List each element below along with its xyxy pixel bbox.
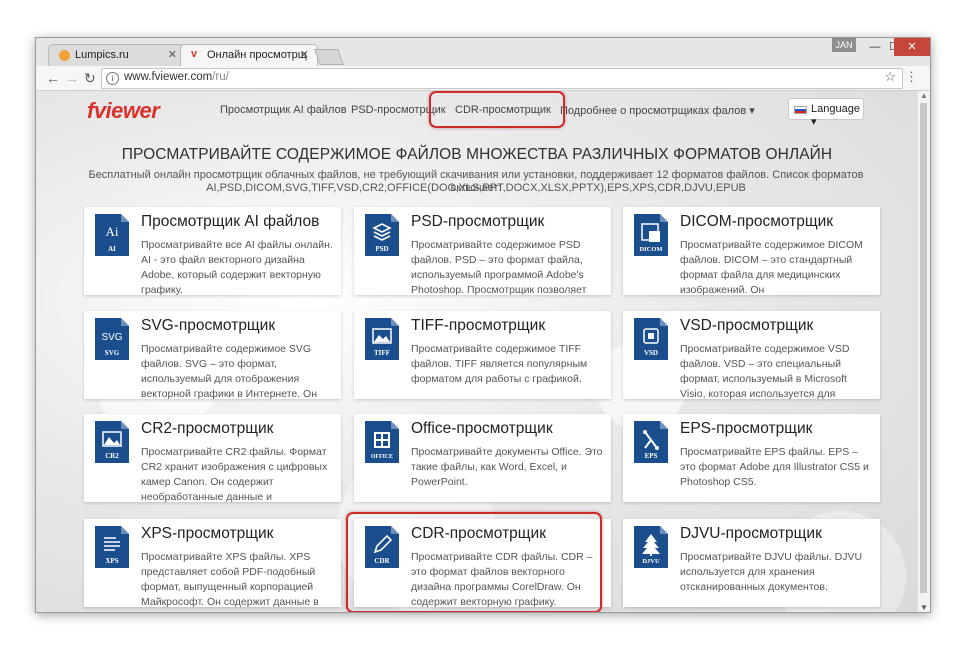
svg-text:CR2: CR2 (105, 452, 119, 460)
tiff-file-icon: TIFF (365, 318, 399, 360)
svg-text:DJVU: DJVU (642, 558, 660, 565)
svg-text:EPS: EPS (645, 452, 658, 460)
menu-dots-icon[interactable]: ⋮ (905, 69, 918, 85)
svg-text:Ai: Ai (106, 224, 119, 239)
svg-text:PSD: PSD (375, 245, 388, 253)
info-icon[interactable]: i (106, 72, 119, 85)
vsd-file-icon: VSD (634, 318, 668, 360)
tab-fviewer[interactable]: v Онлайн просмотрщик ф ✕ (180, 44, 318, 66)
browser-window: Lumpics.ru ✕ v Онлайн просмотрщик ф ✕ JA… (35, 37, 931, 613)
card-title: TIFF-просмотрщик (411, 317, 546, 334)
card-svg[interactable]: SVG SVG SVG-просмотрщик Просматривайте с… (84, 311, 341, 399)
nav-ai-viewer[interactable]: Просмотрщик AI файлов (220, 104, 347, 116)
close-window-button[interactable]: ✕ (894, 38, 930, 56)
svg-text:AI: AI (108, 245, 116, 253)
svg-text:OFFICE: OFFICE (371, 454, 393, 460)
language-label: Language ▾ (811, 103, 860, 128)
svg-text:SVG: SVG (101, 332, 122, 343)
card-description: Просматривайте содержимое TIFF файлов. T… (411, 343, 588, 385)
vertical-scrollbar[interactable]: ▲ ▼ (917, 91, 930, 612)
card-dicom[interactable]: DICOM DICOM-просмотрщик Просматривайте с… (623, 207, 880, 295)
svg-file-icon: SVG SVG (95, 318, 129, 360)
bookmark-star-icon[interactable]: ☆ (884, 69, 896, 85)
card-title: DICOM-просмотрщик (680, 213, 834, 230)
card-description: Просматривайте содержимое DICOM файлов. … (680, 239, 863, 295)
scroll-up-icon[interactable]: ▲ (920, 91, 928, 100)
page-subtext-2: AI,PSD,DICOM,SVG,TIFF,VSD,CR2,OFFICE(DOC… (206, 182, 746, 194)
tab-strip: Lumpics.ru ✕ v Онлайн просмотрщик ф ✕ JA… (36, 38, 930, 66)
cr2-file-icon: CR2 (95, 421, 129, 463)
back-arrow-icon[interactable]: ← (46, 69, 60, 87)
svg-text:TIFF: TIFF (374, 349, 390, 357)
browser-toolbar: ← → ↻ i www.fviewer.com/ru/ ☆ ⋮ (36, 66, 930, 91)
close-tab-icon[interactable]: ✕ (168, 48, 177, 61)
scrollbar-thumb[interactable] (920, 103, 927, 593)
card-title: VSD-просмотрщик (680, 317, 814, 334)
djvu-file-icon: DJVU (634, 526, 668, 568)
card-description: Просматривайте EPS файлы. EPS – это форм… (680, 446, 869, 488)
card-title: DJVU-просмотрщик (680, 525, 822, 542)
fviewer-logo[interactable]: fviewer (87, 98, 160, 124)
eps-file-icon: EPS (634, 421, 668, 463)
svg-text:DICOM: DICOM (639, 246, 662, 253)
highlight-nav-cdr (429, 91, 565, 128)
card-tiff[interactable]: TIFF TIFF-просмотрщик Просматривайте сод… (354, 311, 611, 399)
url-text: www.fviewer.com/ru/ (124, 71, 229, 83)
card-title: EPS-просмотрщик (680, 420, 813, 437)
card-title: SVG-просмотрщик (141, 317, 276, 334)
card-psd[interactable]: PSD PSD-просмотрщик Просматривайте содер… (354, 207, 611, 295)
lumpics-favicon-icon (59, 50, 70, 61)
xps-file-icon: XPS (95, 526, 129, 568)
svg-text:VSD: VSD (644, 349, 658, 357)
card-vsd[interactable]: VSD VSD-просмотрщик Просматривайте содер… (623, 311, 880, 399)
page-headline: ПРОСМАТРИВАЙТЕ СОДЕРЖИМОЕ ФАЙЛОВ МНОЖЕСТ… (121, 146, 833, 163)
ai-file-icon: Ai AI (95, 214, 129, 256)
psd-file-icon: PSD (365, 214, 399, 256)
new-tab-button[interactable] (314, 49, 344, 65)
language-button[interactable]: Language ▾ (788, 98, 864, 128)
card-title: CR2-просмотрщик (141, 420, 274, 437)
dicom-file-icon: DICOM (634, 214, 668, 256)
card-title: XPS-просмотрщик (141, 525, 274, 542)
highlight-card-cdr (346, 512, 602, 612)
tab-lumpics[interactable]: Lumpics.ru ✕ (48, 44, 186, 66)
card-description: Просматривайте содержимое VSD файлов. VS… (680, 343, 850, 399)
close-tab-icon[interactable]: ✕ (300, 48, 309, 61)
card-eps[interactable]: EPS EPS-просмотрщик Просматривайте EPS ф… (623, 414, 880, 502)
card-title: PSD-просмотрщик (411, 213, 545, 230)
card-xps[interactable]: XPS XPS-просмотрщик Просматривайте XPS ф… (84, 519, 341, 607)
scroll-down-icon[interactable]: ▼ (920, 603, 928, 612)
card-description: Просматривайте CR2 файлы. Формат CR2 хра… (141, 446, 328, 502)
card-ai[interactable]: Ai AI Просмотрщик AI файлов Просматривай… (84, 207, 341, 295)
tab-title: Lumpics.ru (75, 49, 129, 61)
card-description: Просматривайте документы Office. Это так… (411, 446, 603, 488)
reload-icon[interactable]: ↻ (84, 69, 96, 87)
address-bar[interactable]: i www.fviewer.com/ru/ ☆ (101, 68, 903, 89)
card-cr2[interactable]: CR2 CR2-просмотрщик Просматривайте CR2 ф… (84, 414, 341, 502)
user-badge[interactable]: JAN (832, 38, 856, 52)
card-description: Просматривайте XPS файлы. XPS представля… (141, 551, 319, 607)
card-djvu[interactable]: DJVU DJVU-просмотрщик Просматривайте DJV… (623, 519, 880, 607)
russia-flag-icon (794, 106, 807, 114)
svg-text:SVG: SVG (105, 349, 120, 357)
card-title: Просмотрщик AI файлов (141, 213, 320, 230)
tab-title: Онлайн просмотрщик ф (207, 49, 307, 61)
forward-arrow-icon[interactable]: → (65, 69, 79, 87)
page-viewport: fviewer Просмотрщик AI файлов PSD-просмо… (36, 91, 930, 612)
card-description: Просматривайте содержимое SVG файлов. SV… (141, 343, 318, 399)
svg-text:XPS: XPS (105, 557, 118, 565)
card-description: Просматривайте все AI файлы онлайн. AI -… (141, 239, 333, 295)
card-office[interactable]: OFFICE Office-просмотрщик Просматривайте… (354, 414, 611, 502)
nav-more-dropdown[interactable]: Подробнее о просмотрщиках фалов ▾ (560, 104, 755, 117)
card-title: Office-просмотрщик (411, 420, 553, 437)
fviewer-favicon-icon: v (191, 48, 198, 60)
card-description: Просматривайте содержимое PSD файлов. PS… (411, 239, 587, 295)
office-file-icon: OFFICE (365, 421, 399, 463)
card-description: Просматривайте DJVU файлы. DJVU использу… (680, 551, 863, 593)
